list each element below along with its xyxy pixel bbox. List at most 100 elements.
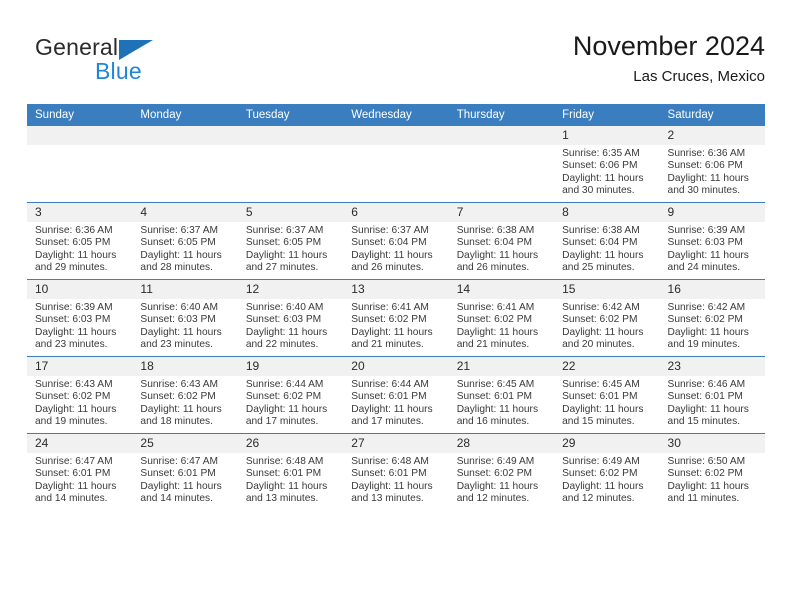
daylight-text-line1: Daylight: 11 hours — [456, 403, 539, 415]
calendar-day-cell[interactable]: 20 Sunrise: 6:44 AM Sunset: 6:01 PM Dayligh… — [343, 356, 449, 434]
calendar-day-cell[interactable]: 12 Sunrise: 6:40 AM Sunset: 6:03 PM Dayligh… — [237, 279, 344, 357]
calendar-day-cell-inner: 16 Sunrise: 6:42 AM Sunset: 6:02 PM Dayligh… — [659, 280, 765, 356]
calendar-day-cell[interactable]: 14 Sunrise: 6:41 AM Sunset: 6:02 PM Dayligh… — [448, 279, 555, 357]
page-subtitle: Las Cruces, Mexico — [633, 68, 765, 85]
daylight-text-line2: and 26 minutes. — [456, 262, 530, 274]
sunrise-text: Sunrise: 6:38 AM — [562, 225, 640, 236]
calendar-day-number: 12 — [237, 280, 344, 299]
sunset-text: Sunset: 6:01 PM — [667, 391, 743, 403]
sunrise-text: Sunrise: 6:38 AM — [456, 225, 535, 236]
sunrise-text: Sunrise: 6:37 AM — [351, 225, 429, 236]
sunrise-text: Sunrise: 6:41 AM — [351, 302, 429, 313]
calendar-day-cell-inner: 7 Sunrise: 6:38 AM Sunset: 6:04 PM Daylight… — [448, 203, 555, 279]
calendar-head: Sunday Monday Tuesday Wednesday Thursday… — [27, 104, 765, 126]
calendar-day-cell-empty — [237, 126, 344, 203]
sunset-text: Sunset: 6:05 PM — [245, 237, 322, 249]
daylight-text-line1: Daylight: 11 hours — [667, 326, 749, 338]
calendar-day-cell[interactable]: 4 Sunrise: 6:37 AM Sunset: 6:05 PM Daylight… — [132, 202, 238, 280]
calendar-day-number: 7 — [448, 203, 555, 222]
calendar-day-cell[interactable]: 24 Sunrise: 6:47 AM Sunset: 6:01 PM Dayligh… — [27, 433, 133, 510]
calendar-day-cell-inner: 10 Sunrise: 6:39 AM Sunset: 6:03 PM Dayligh… — [27, 280, 133, 356]
calendar-day-cell[interactable]: 11 Sunrise: 6:40 AM Sunset: 6:03 PM Dayligh… — [132, 279, 238, 357]
calendar-day-number: 26 — [237, 434, 344, 453]
calendar-day-number: 29 — [554, 434, 660, 453]
sunset-text: Sunset: 6:06 PM — [667, 160, 743, 172]
daylight-text-line1: Daylight: 11 hours — [667, 172, 749, 184]
calendar-day-cell[interactable]: 16 Sunrise: 6:42 AM Sunset: 6:02 PM Dayligh… — [659, 279, 765, 357]
calendar-day-cell[interactable]: 7 Sunrise: 6:38 AM Sunset: 6:04 PM Daylight… — [448, 202, 555, 280]
brand-logo[interactable]: General Blue — [35, 34, 235, 90]
calendar-day-number — [132, 126, 238, 145]
daylight-text-line1: Daylight: 11 hours — [35, 480, 117, 492]
daylight-text-line2: and 15 minutes. — [667, 416, 741, 428]
calendar-day-cell[interactable]: 1 Sunrise: 6:35 AM Sunset: 6:06 PM Daylight… — [554, 126, 660, 203]
calendar-day-details: Sunrise: 6:40 AM Sunset: 6:03 PM Daylight:… — [132, 299, 237, 352]
calendar-day-cell[interactable]: 3 Sunrise: 6:36 AM Sunset: 6:05 PM Daylight… — [27, 202, 133, 280]
calendar-day-details: Sunrise: 6:48 AM Sunset: 6:01 PM Daylight:… — [238, 453, 343, 506]
sunrise-text: Sunrise: 6:49 AM — [562, 456, 640, 467]
sunset-text: Sunset: 6:02 PM — [562, 468, 638, 480]
sunrise-text: Sunrise: 6:50 AM — [667, 456, 746, 467]
sunset-text: Sunset: 6:01 PM — [35, 468, 111, 480]
calendar-day-cell[interactable]: 27 Sunrise: 6:48 AM Sunset: 6:01 PM Dayligh… — [343, 433, 449, 510]
calendar-day-details: Sunrise: 6:48 AM Sunset: 6:01 PM Daylight:… — [343, 453, 448, 506]
page-header: General Blue November 2024 Las Cruces, M… — [27, 30, 765, 92]
calendar-day-cell[interactable]: 2 Sunrise: 6:36 AM Sunset: 6:06 PM Daylight… — [659, 126, 765, 203]
weekday-header-sunday: Sunday — [27, 104, 133, 126]
calendar-day-cell[interactable]: 19 Sunrise: 6:44 AM Sunset: 6:02 PM Dayligh… — [237, 356, 344, 434]
daylight-text-line2: and 12 minutes. — [456, 493, 530, 505]
title-block: November 2024 Las Cruces, Mexico — [573, 30, 765, 88]
calendar-day-cell[interactable]: 6 Sunrise: 6:37 AM Sunset: 6:04 PM Daylight… — [343, 202, 449, 280]
sunset-text: Sunset: 6:02 PM — [562, 314, 638, 326]
daylight-text-line2: and 27 minutes. — [245, 262, 319, 274]
sunrise-text: Sunrise: 6:42 AM — [562, 302, 640, 313]
calendar-day-cell[interactable]: 26 Sunrise: 6:48 AM Sunset: 6:01 PM Dayligh… — [237, 433, 344, 510]
sunset-text: Sunset: 6:03 PM — [35, 314, 111, 326]
calendar-day-cell-inner: 25 Sunrise: 6:47 AM Sunset: 6:01 PM Dayligh… — [132, 434, 238, 510]
daylight-text-line1: Daylight: 11 hours — [351, 249, 433, 261]
calendar-week-row: 24 Sunrise: 6:47 AM Sunset: 6:01 PM Dayligh… — [27, 433, 765, 510]
calendar-day-cell-inner — [237, 126, 344, 202]
sunset-text: Sunset: 6:05 PM — [140, 237, 216, 249]
calendar-day-cell[interactable]: 25 Sunrise: 6:47 AM Sunset: 6:01 PM Dayligh… — [132, 433, 238, 510]
daylight-text-line2: and 13 minutes. — [245, 493, 319, 505]
daylight-text-line2: and 21 minutes. — [456, 339, 530, 351]
sunrise-text: Sunrise: 6:47 AM — [140, 456, 219, 467]
calendar-day-cell[interactable]: 13 Sunrise: 6:41 AM Sunset: 6:02 PM Dayligh… — [343, 279, 449, 357]
calendar-day-number: 30 — [659, 434, 765, 453]
calendar-day-cell[interactable]: 9 Sunrise: 6:39 AM Sunset: 6:03 PM Daylight… — [659, 202, 765, 280]
calendar-day-cell[interactable]: 10 Sunrise: 6:39 AM Sunset: 6:03 PM Dayligh… — [27, 279, 133, 357]
calendar-day-cell-empty — [132, 126, 238, 203]
calendar-day-cell[interactable]: 8 Sunrise: 6:38 AM Sunset: 6:04 PM Daylight… — [554, 202, 660, 280]
calendar-day-cell[interactable]: 29 Sunrise: 6:49 AM Sunset: 6:02 PM Dayligh… — [554, 433, 660, 510]
sunset-text: Sunset: 6:05 PM — [35, 237, 111, 249]
daylight-text-line2: and 29 minutes. — [35, 262, 108, 274]
calendar-day-number: 24 — [27, 434, 133, 453]
calendar-day-cell-inner: 20 Sunrise: 6:44 AM Sunset: 6:01 PM Dayligh… — [343, 357, 449, 433]
calendar-day-number: 5 — [237, 203, 344, 222]
brand-name-primary: General — [35, 34, 119, 60]
calendar-page: General Blue November 2024 Las Cruces, M… — [0, 0, 792, 612]
calendar-day-cell[interactable]: 15 Sunrise: 6:42 AM Sunset: 6:02 PM Dayligh… — [554, 279, 660, 357]
calendar-day-cell[interactable]: 23 Sunrise: 6:46 AM Sunset: 6:01 PM Dayligh… — [659, 356, 765, 434]
calendar-day-cell[interactable]: 18 Sunrise: 6:43 AM Sunset: 6:02 PM Dayligh… — [132, 356, 238, 434]
calendar-day-details: Sunrise: 6:42 AM Sunset: 6:02 PM Daylight:… — [660, 299, 765, 352]
calendar-day-cell-inner — [132, 126, 238, 202]
calendar-week-row: 10 Sunrise: 6:39 AM Sunset: 6:03 PM Dayligh… — [27, 279, 765, 357]
calendar-day-cell[interactable]: 28 Sunrise: 6:49 AM Sunset: 6:02 PM Dayligh… — [448, 433, 555, 510]
sunrise-text: Sunrise: 6:36 AM — [35, 225, 113, 236]
calendar-day-cell[interactable]: 30 Sunrise: 6:50 AM Sunset: 6:02 PM Dayligh… — [659, 433, 765, 510]
calendar-day-number — [237, 126, 344, 145]
daylight-text-line2: and 19 minutes. — [35, 416, 108, 428]
calendar-day-details: Sunrise: 6:50 AM Sunset: 6:02 PM Daylight:… — [660, 453, 765, 506]
calendar-day-cell[interactable]: 5 Sunrise: 6:37 AM Sunset: 6:05 PM Daylight… — [237, 202, 344, 280]
calendar-day-details: Sunrise: 6:44 AM Sunset: 6:01 PM Daylight:… — [343, 376, 448, 429]
calendar-day-cell[interactable]: 22 Sunrise: 6:45 AM Sunset: 6:01 PM Dayligh… — [554, 356, 660, 434]
calendar-day-cell[interactable]: 17 Sunrise: 6:43 AM Sunset: 6:02 PM Dayligh… — [27, 356, 133, 434]
calendar-day-number: 25 — [132, 434, 238, 453]
daylight-text-line1: Daylight: 11 hours — [245, 480, 328, 492]
calendar-day-cell-inner: 4 Sunrise: 6:37 AM Sunset: 6:05 PM Daylight… — [132, 203, 238, 279]
calendar-day-details: Sunrise: 6:38 AM Sunset: 6:04 PM Daylight:… — [554, 222, 659, 275]
calendar-day-cell[interactable]: 21 Sunrise: 6:45 AM Sunset: 6:01 PM Dayligh… — [448, 356, 555, 434]
sunrise-text: Sunrise: 6:49 AM — [456, 456, 535, 467]
